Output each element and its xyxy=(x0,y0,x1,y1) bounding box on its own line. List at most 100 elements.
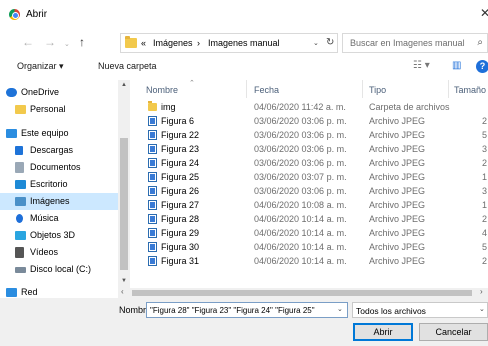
chrome-icon xyxy=(9,9,20,20)
column-divider[interactable] xyxy=(246,80,247,98)
file-name: Figura 26 xyxy=(161,186,200,196)
column-header-nombre[interactable]: Nombre xyxy=(146,85,178,95)
window-title: Abrir xyxy=(26,9,48,20)
jpeg-file-icon xyxy=(148,186,157,196)
sidebar-item-red[interactable]: Red xyxy=(0,284,118,298)
address-bar[interactable]: « Imágenes › Imagenes manual ⌄ ↻ xyxy=(120,33,338,53)
scroll-down-icon[interactable]: ▼ xyxy=(121,278,127,284)
help-icon[interactable]: ? xyxy=(476,60,488,73)
chevron-down-icon[interactable]: ⌄ xyxy=(337,305,343,313)
filename-input[interactable]: "Figura 28" "Figura 23" "Figura 24" "Fig… xyxy=(146,302,348,318)
search-placeholder: Buscar en Imagenes manual xyxy=(350,38,465,48)
filetype-select[interactable]: Todos los archivos xyxy=(352,302,488,318)
file-list-horizontal-scrollbar[interactable]: ‹ › xyxy=(118,287,488,298)
download-icon xyxy=(15,146,23,155)
file-date: 03/06/2020 03:06 p. m. xyxy=(254,158,347,168)
objects3d-icon xyxy=(15,231,26,240)
sidebar-scrollbar[interactable]: ▲ ▼ xyxy=(118,80,130,288)
file-type: Archivo JPEG xyxy=(369,130,426,140)
up-arrow-icon[interactable]: ↑ xyxy=(79,35,85,49)
jpeg-file-icon xyxy=(148,116,157,126)
file-date: 04/06/2020 10:14 a. m. xyxy=(254,242,347,252)
sidebar-item-documentos[interactable]: Documentos xyxy=(0,159,118,176)
scrollbar-thumb[interactable] xyxy=(120,138,128,270)
list-item[interactable]: Figura 28 04/06/2020 10:14 a. m. Archivo… xyxy=(130,212,488,226)
sidebar-item-personal[interactable]: Personal xyxy=(0,101,118,118)
file-size: 3 xyxy=(482,186,488,196)
sidebar-item-musica[interactable]: Música xyxy=(0,210,118,227)
column-header-tamano[interactable]: Tamaño xyxy=(454,85,486,95)
chevron-down-icon[interactable]: ⌄ xyxy=(479,305,485,313)
search-input[interactable]: Buscar en Imagenes manual ⌕ xyxy=(342,33,488,53)
breadcrumb-item-imagenes-manual[interactable]: Imagenes manual xyxy=(208,38,280,48)
new-folder-button[interactable]: Nueva carpeta xyxy=(98,61,157,71)
column-header-fecha[interactable]: Fecha xyxy=(254,85,279,95)
scrollbar-thumb[interactable] xyxy=(132,290,472,296)
sidebar-item-disco-local[interactable]: Disco local (C:) xyxy=(0,261,118,278)
sidebar-item-imagenes[interactable]: Imágenes xyxy=(0,193,118,210)
sidebar-item-label: Descargas xyxy=(30,145,74,155)
recent-locations-dropdown-icon[interactable]: ⌄ xyxy=(64,40,70,48)
preview-pane-icon[interactable]: ▥ xyxy=(452,60,461,71)
list-item[interactable]: Figura 31 04/06/2020 10:14 a. m. Archivo… xyxy=(130,254,488,268)
back-arrow-icon[interactable]: ← xyxy=(22,35,34,49)
sidebar-item-label: Personal xyxy=(30,104,66,114)
disk-icon xyxy=(15,267,26,273)
file-date: 03/06/2020 03:06 p. m. xyxy=(254,144,347,154)
forward-arrow-icon[interactable]: → xyxy=(44,35,56,49)
file-date: 04/06/2020 10:14 a. m. xyxy=(254,228,347,238)
sidebar-item-label: Escritorio xyxy=(30,179,68,189)
file-type: Archivo JPEG xyxy=(369,228,426,238)
scroll-up-icon[interactable]: ▲ xyxy=(121,82,127,88)
command-bar: Organizar ▾ Nueva carpeta ☷ ▾ ▥ ? xyxy=(0,56,488,78)
refresh-icon[interactable]: ↻ xyxy=(326,37,334,48)
list-item[interactable]: Figura 6 03/06/2020 03:06 p. m. Archivo … xyxy=(130,114,488,128)
open-button[interactable]: Abrir xyxy=(353,323,413,341)
file-size: 2 xyxy=(482,116,488,126)
sidebar-item-descargas[interactable]: Descargas xyxy=(0,142,118,159)
list-item[interactable]: img 04/06/2020 11:42 a. m. Carpeta de ar… xyxy=(130,100,488,114)
file-date: 04/06/2020 10:14 a. m. xyxy=(254,214,347,224)
file-type: Archivo JPEG xyxy=(369,172,426,182)
sidebar-item-videos[interactable]: Vídeos xyxy=(0,244,118,261)
organize-button[interactable]: Organizar ▾ xyxy=(17,61,64,72)
address-dropdown-icon[interactable]: ⌄ xyxy=(313,39,319,47)
column-header-tipo[interactable]: Tipo xyxy=(369,85,386,95)
file-name: Figura 24 xyxy=(161,158,200,168)
list-item[interactable]: Figura 24 03/06/2020 03:06 p. m. Archivo… xyxy=(130,156,488,170)
jpeg-file-icon xyxy=(148,242,157,252)
file-name: Figura 22 xyxy=(161,130,200,140)
sidebar-item-onedrive[interactable]: OneDrive xyxy=(0,84,118,101)
file-name: Figura 6 xyxy=(161,116,195,126)
breadcrumb-overflow[interactable]: « xyxy=(141,38,146,48)
folder-icon xyxy=(148,101,157,111)
sidebar-item-escritorio[interactable]: Escritorio xyxy=(0,176,118,193)
column-divider[interactable] xyxy=(448,80,449,98)
file-size: 2 xyxy=(482,158,488,168)
list-item[interactable]: Figura 29 04/06/2020 10:14 a. m. Archivo… xyxy=(130,226,488,240)
change-view-icon[interactable]: ☷ ▾ xyxy=(413,60,430,71)
scroll-left-icon[interactable]: ‹ xyxy=(121,287,124,296)
column-headers: ⌃ Nombre Fecha Tipo Tamaño xyxy=(130,80,488,98)
file-size: 3 xyxy=(482,144,488,154)
file-type: Archivo JPEG xyxy=(369,242,426,252)
cancel-button[interactable]: Cancelar xyxy=(419,323,488,341)
sidebar-item-este-equipo[interactable]: Este equipo xyxy=(0,125,118,142)
sidebar-item-label: Disco local (C:) xyxy=(30,264,92,274)
videos-icon xyxy=(15,247,24,258)
sidebar-item-objetos-3d[interactable]: Objetos 3D xyxy=(0,227,118,244)
list-item[interactable]: Figura 27 04/06/2020 10:08 a. m. Archivo… xyxy=(130,198,488,212)
list-item[interactable]: Figura 22 03/06/2020 03:06 p. m. Archivo… xyxy=(130,128,488,142)
list-item[interactable]: Figura 23 03/06/2020 03:06 p. m. Archivo… xyxy=(130,142,488,156)
file-size: 5 xyxy=(482,242,488,252)
list-item[interactable]: Figura 26 03/06/2020 03:06 p. m. Archivo… xyxy=(130,184,488,198)
jpeg-file-icon xyxy=(148,172,157,182)
sidebar-item-label: Música xyxy=(30,213,59,223)
column-divider[interactable] xyxy=(362,80,363,98)
breadcrumb-item-imagenes[interactable]: Imágenes xyxy=(153,38,193,48)
list-item[interactable]: Figura 25 03/06/2020 03:07 p. m. Archivo… xyxy=(130,170,488,184)
cloud-icon xyxy=(6,88,17,97)
scroll-right-icon[interactable]: › xyxy=(480,287,483,296)
close-icon[interactable]: ✕ xyxy=(480,6,488,20)
list-item[interactable]: Figura 30 04/06/2020 10:14 a. m. Archivo… xyxy=(130,240,488,254)
